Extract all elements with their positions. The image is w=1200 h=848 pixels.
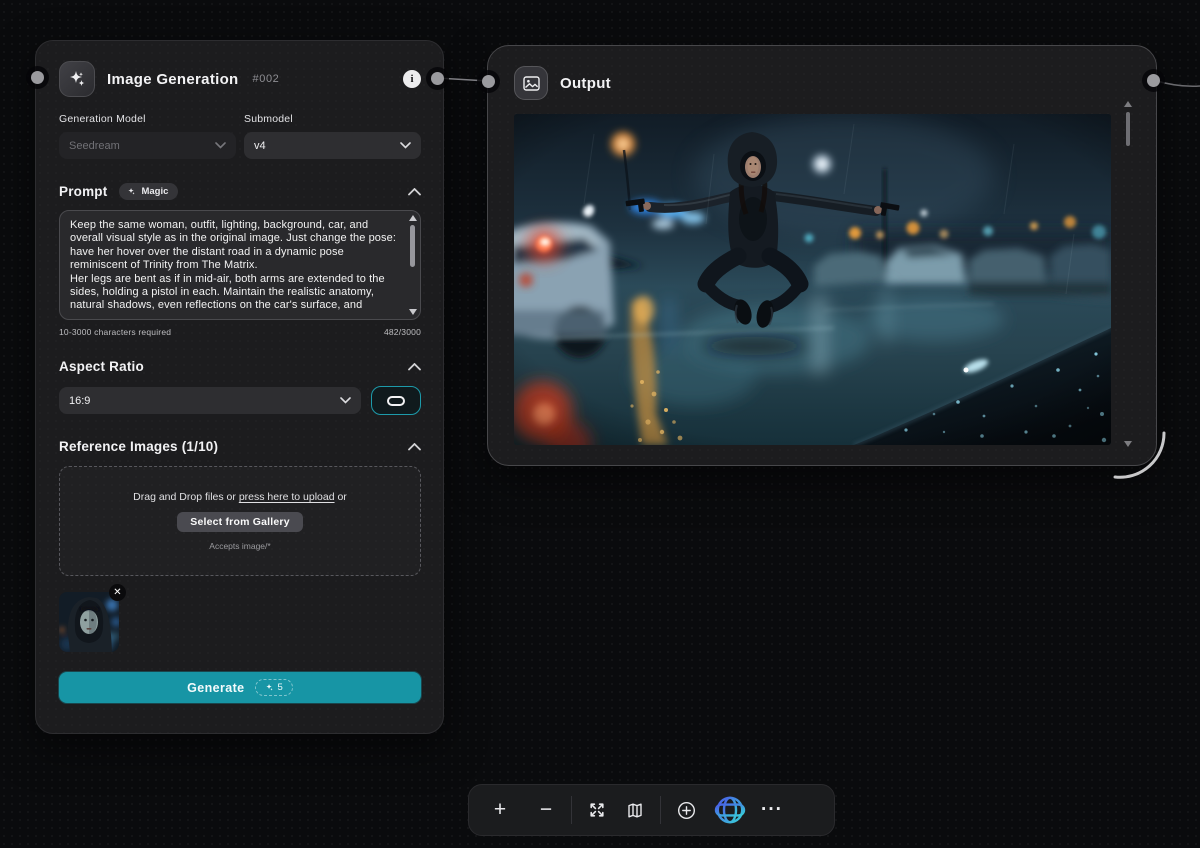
add-node-button[interactable]	[667, 791, 705, 829]
fit-view-button[interactable]	[578, 791, 616, 829]
generation-model-label: Generation Model	[59, 113, 236, 125]
chevron-down-icon	[400, 140, 411, 152]
generation-model-value: Seedream	[69, 140, 120, 152]
info-icon[interactable]: i	[403, 70, 421, 88]
circle-plus-icon	[677, 801, 696, 820]
reference-thumbnail-image	[59, 592, 119, 652]
reference-images-title: Reference Images (1/10)	[59, 439, 218, 454]
chevron-down-icon	[215, 140, 226, 152]
output-node-input-port[interactable]	[482, 75, 495, 88]
magic-button[interactable]: Magic	[119, 183, 178, 200]
credit-count: 5	[278, 682, 283, 693]
scroll-up-arrow[interactable]	[1124, 101, 1132, 107]
image-generation-node[interactable]: Image Generation #002 i Generation Model…	[35, 40, 444, 734]
output-node-header[interactable]: Output	[514, 66, 1156, 100]
submodel-value: v4	[254, 140, 266, 152]
upload-link[interactable]: press here to upload	[239, 491, 335, 503]
zoom-in-button[interactable]: +	[481, 791, 519, 829]
sparkle-icon	[127, 187, 136, 196]
output-node[interactable]: Output	[487, 45, 1157, 466]
minimap-button[interactable]	[616, 791, 654, 829]
scrollbar-thumb[interactable]	[1126, 112, 1130, 146]
landscape-icon	[387, 396, 405, 406]
generation-node-input-port[interactable]	[31, 71, 44, 84]
globe-icon	[713, 793, 747, 827]
drop-text: Drag and Drop files or	[133, 491, 236, 503]
scrollbar-thumb[interactable]	[410, 225, 415, 267]
select-from-gallery-button[interactable]: Select from Gallery	[177, 512, 303, 532]
reference-thumbnail[interactable]: ✕	[59, 592, 119, 652]
generate-button[interactable]: Generate 5	[59, 672, 421, 703]
scroll-down-arrow[interactable]	[409, 309, 417, 315]
chevron-down-icon	[340, 395, 351, 407]
generate-label: Generate	[187, 681, 244, 695]
prompt-textarea[interactable]: Keep the same woman, outfit, lighting, b…	[59, 210, 421, 320]
canvas-toolbar[interactable]: + −	[468, 784, 835, 836]
sparkles-icon	[59, 61, 95, 97]
scroll-up-arrow[interactable]	[409, 215, 417, 221]
prompt-text: Keep the same woman, outfit, lighting, b…	[70, 219, 404, 313]
remove-thumbnail-close-icon[interactable]: ✕	[109, 584, 126, 601]
node-header[interactable]: Image Generation #002 i	[59, 61, 421, 97]
node-editor-canvas[interactable]: Image Generation #002 i Generation Model…	[0, 0, 1200, 848]
expand-icon	[588, 801, 606, 819]
drop-text-after: or	[337, 491, 346, 503]
node-title: Image Generation	[107, 71, 239, 88]
zoom-out-button[interactable]: −	[527, 791, 565, 829]
more-options-button[interactable]: ···	[753, 791, 791, 829]
output-scrollbar[interactable]	[1123, 101, 1132, 447]
generation-node-output-port[interactable]	[431, 72, 444, 85]
map-icon	[626, 802, 644, 819]
output-node-output-port[interactable]	[1147, 74, 1160, 87]
image-icon	[514, 66, 548, 100]
collapse-prompt-chevron-up-icon[interactable]	[408, 188, 421, 196]
accepts-note: Accepts image/*	[209, 541, 270, 551]
magic-label: Magic	[141, 186, 168, 197]
aspect-ratio-value: 16:9	[69, 395, 90, 407]
submodel-label: Submodel	[244, 113, 421, 125]
prompt-requirement: 10-3000 characters required	[59, 327, 171, 337]
scroll-down-arrow[interactable]	[1124, 441, 1132, 447]
submodel-select[interactable]: v4	[244, 132, 421, 159]
aspect-ratio-title: Aspect Ratio	[59, 359, 144, 374]
generation-model-select[interactable]: Seedream	[59, 132, 236, 159]
toolbar-divider	[660, 796, 661, 824]
file-dropzone[interactable]: Drag and Drop files or press here to upl…	[59, 466, 421, 576]
output-image	[514, 114, 1111, 445]
collapse-reference-chevron-up-icon[interactable]	[408, 443, 421, 451]
collapse-aspect-chevron-up-icon[interactable]	[408, 363, 421, 371]
prompt-scrollbar[interactable]	[408, 215, 417, 315]
orientation-landscape-button[interactable]	[371, 386, 421, 415]
toolbar-divider	[571, 796, 572, 824]
prompt-section-title: Prompt	[59, 184, 107, 199]
node-id-badge: #002	[253, 73, 280, 85]
world-view-button[interactable]	[711, 791, 749, 829]
aspect-ratio-select[interactable]: 16:9	[59, 387, 361, 414]
credit-badge: 5	[255, 679, 293, 696]
character-counter: 482/3000	[384, 327, 421, 337]
output-node-title: Output	[560, 75, 611, 92]
sparkle-icon	[265, 683, 274, 692]
